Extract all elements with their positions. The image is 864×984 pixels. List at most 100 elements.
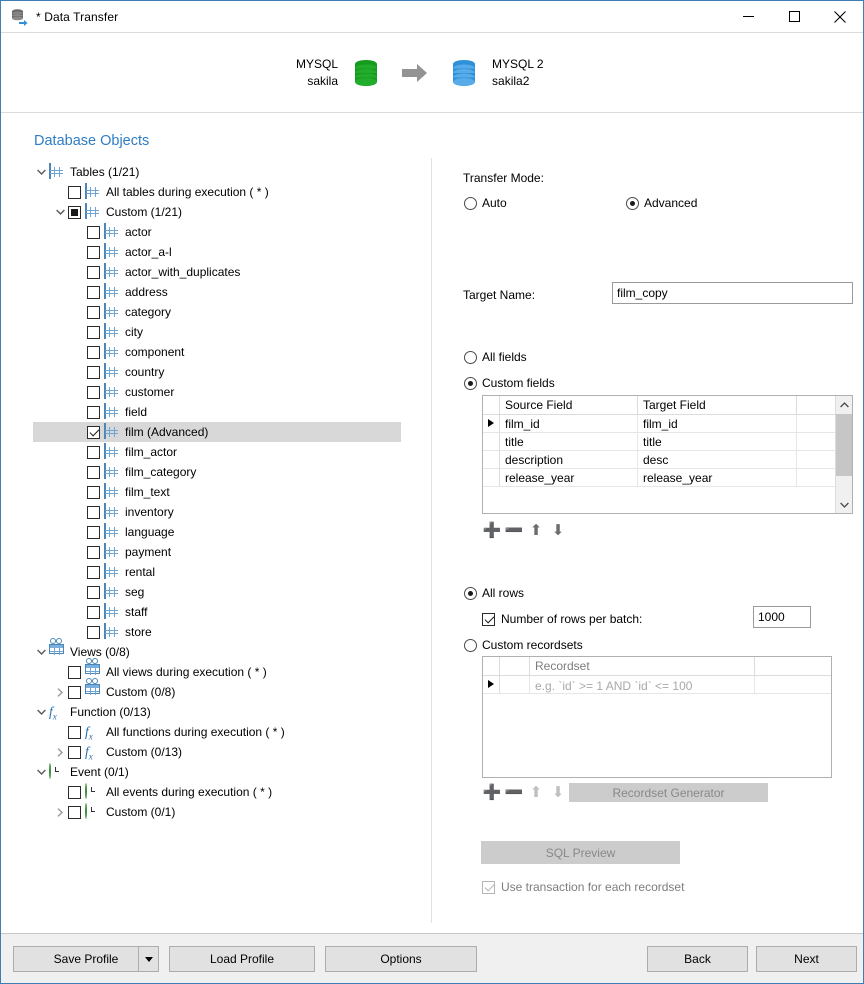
move-down-icon[interactable]: ⬇ xyxy=(547,523,569,539)
column-header-recordset[interactable]: Recordset xyxy=(530,657,755,675)
tree-item-checkbox[interactable] xyxy=(87,565,100,579)
tree-item-checkbox[interactable] xyxy=(87,425,100,439)
recordset-row[interactable]: e.g. `id` >= 1 AND `id` <= 100 xyxy=(483,676,831,694)
tree-item-checkbox[interactable] xyxy=(87,465,100,479)
table-row[interactable]: description desc xyxy=(483,451,852,469)
tree-item[interactable]: actor xyxy=(1,222,431,242)
tree-item-checkbox[interactable] xyxy=(87,385,100,399)
tree-item-checkbox[interactable] xyxy=(87,605,100,619)
tree-item[interactable]: film_category xyxy=(1,462,431,482)
cell-target-field[interactable]: release_year xyxy=(638,469,797,486)
column-header-source-field[interactable]: Source Field xyxy=(500,396,638,414)
tree-item-checkbox[interactable] xyxy=(68,785,81,799)
tree-item[interactable]: film (Advanced) xyxy=(33,422,401,442)
rows-per-batch-input[interactable]: 1000 xyxy=(753,606,811,628)
custom-fields-grid[interactable]: Source Field Target Field film_id film_id… xyxy=(482,395,853,514)
next-button[interactable]: Next xyxy=(756,946,857,972)
tree-item-checkbox[interactable] xyxy=(87,365,100,379)
cell-target-field[interactable]: film_id xyxy=(638,415,797,432)
tree-item-checkbox[interactable] xyxy=(87,445,100,459)
save-profile-dropdown-arrow-icon[interactable] xyxy=(138,947,158,971)
tree-item-checkbox[interactable] xyxy=(87,305,100,319)
table-row[interactable]: film_id film_id xyxy=(483,415,852,433)
chevron-right-icon[interactable] xyxy=(52,682,68,702)
scroll-up-icon[interactable] xyxy=(836,396,852,413)
tree-item-checkbox[interactable] xyxy=(87,345,100,359)
radio-mode-auto[interactable]: Auto xyxy=(464,196,507,210)
tree-item-checkbox[interactable] xyxy=(87,285,100,299)
tree-item[interactable]: Custom (0/1) xyxy=(1,802,431,822)
tree-item[interactable]: film_text xyxy=(1,482,431,502)
tree-item[interactable]: store xyxy=(1,622,431,642)
tree-item[interactable]: field xyxy=(1,402,431,422)
scroll-thumb[interactable] xyxy=(836,414,852,476)
column-header-target-field[interactable]: Target Field xyxy=(638,396,797,414)
tree-item[interactable]: film_actor xyxy=(1,442,431,462)
minimize-icon[interactable] xyxy=(725,1,771,32)
chevron-right-icon[interactable] xyxy=(52,802,68,822)
checkbox-rows-per-batch[interactable]: Number of rows per batch: xyxy=(482,612,642,626)
recordset-placeholder-cell[interactable]: e.g. `id` >= 1 AND `id` <= 100 xyxy=(530,676,755,693)
custom-recordsets-grid[interactable]: Recordset e.g. `id` >= 1 AND `id` <= 100 xyxy=(482,656,832,778)
chevron-down-icon[interactable] xyxy=(52,202,68,222)
tree-item[interactable]: Custom (0/8) xyxy=(1,678,431,702)
tree-item[interactable]: Views (0/8) xyxy=(1,638,431,662)
tree-item[interactable]: actor_a-l xyxy=(1,242,431,262)
move-up-icon[interactable]: ⬆ xyxy=(525,523,547,539)
tree-item-checkbox[interactable] xyxy=(87,545,100,559)
table-row[interactable]: release_year release_year xyxy=(483,469,852,487)
custom-fields-scrollbar[interactable] xyxy=(835,396,852,513)
tree-item-checkbox[interactable] xyxy=(68,185,81,199)
tree-item-checkbox[interactable] xyxy=(68,725,81,739)
add-icon[interactable]: ➕ xyxy=(481,523,503,539)
tree-item[interactable]: seg xyxy=(1,582,431,602)
chevron-down-icon[interactable] xyxy=(33,702,49,722)
cell-source-field[interactable]: release_year xyxy=(500,469,638,486)
save-profile-button[interactable]: Save Profile xyxy=(13,946,159,972)
tree-item[interactable]: All events during execution ( * ) xyxy=(1,782,431,802)
tree-item-checkbox[interactable] xyxy=(68,745,81,759)
tree-item[interactable]: actor_with_duplicates xyxy=(1,262,431,282)
tree-item-checkbox[interactable] xyxy=(87,325,100,339)
tree-item-checkbox[interactable] xyxy=(87,225,100,239)
custom-fields-toolbar[interactable]: ➕ ➖ ⬆ ⬇ xyxy=(481,523,569,539)
tree-item[interactable]: fx All functions during execution ( * ) xyxy=(1,722,431,742)
chevron-down-icon[interactable] xyxy=(33,762,49,782)
cell-target-field[interactable]: title xyxy=(638,433,797,450)
tree-item-checkbox[interactable] xyxy=(87,265,100,279)
radio-custom-recordsets[interactable]: Custom recordsets xyxy=(464,638,583,652)
tree-item[interactable]: inventory xyxy=(1,502,431,522)
tree-item[interactable]: fx Function (0/13) xyxy=(1,702,431,722)
tree-item[interactable]: city xyxy=(1,322,431,342)
chevron-down-icon[interactable] xyxy=(33,162,49,182)
scroll-down-icon[interactable] xyxy=(836,496,852,513)
database-objects-tree[interactable]: Tables (1/21) All tables during execution… xyxy=(1,162,431,822)
cell-target-field[interactable]: desc xyxy=(638,451,797,468)
remove-icon[interactable]: ➖ xyxy=(503,523,525,539)
target-name-input[interactable]: film_copy xyxy=(612,282,853,304)
tree-item[interactable]: All views during execution ( * ) xyxy=(1,658,431,682)
chevron-down-icon[interactable] xyxy=(33,642,49,662)
tree-item[interactable]: Tables (1/21) xyxy=(1,162,431,182)
tree-item[interactable]: component xyxy=(1,342,431,362)
tree-item[interactable]: payment xyxy=(1,542,431,562)
tree-item[interactable]: Event (0/1) xyxy=(1,762,431,782)
tree-item-checkbox[interactable] xyxy=(87,405,100,419)
tree-item[interactable]: rental xyxy=(1,562,431,582)
tree-item-checkbox[interactable] xyxy=(87,625,100,639)
cell-source-field[interactable]: film_id xyxy=(500,415,638,432)
tree-item-checkbox[interactable] xyxy=(87,585,100,599)
load-profile-button[interactable]: Load Profile xyxy=(169,946,315,972)
tree-item[interactable]: staff xyxy=(1,602,431,622)
cell-source-field[interactable]: description xyxy=(500,451,638,468)
tree-item-checkbox[interactable] xyxy=(87,485,100,499)
tree-item[interactable]: category xyxy=(1,302,431,322)
radio-all-fields[interactable]: All fields xyxy=(464,350,527,364)
table-row[interactable]: title title xyxy=(483,433,852,451)
tree-item-checkbox[interactable] xyxy=(68,205,81,219)
back-button[interactable]: Back xyxy=(647,946,748,972)
tree-item[interactable]: customer xyxy=(1,382,431,402)
radio-custom-fields[interactable]: Custom fields xyxy=(464,376,555,390)
tree-item[interactable]: language xyxy=(1,522,431,542)
maximize-icon[interactable] xyxy=(771,1,817,32)
